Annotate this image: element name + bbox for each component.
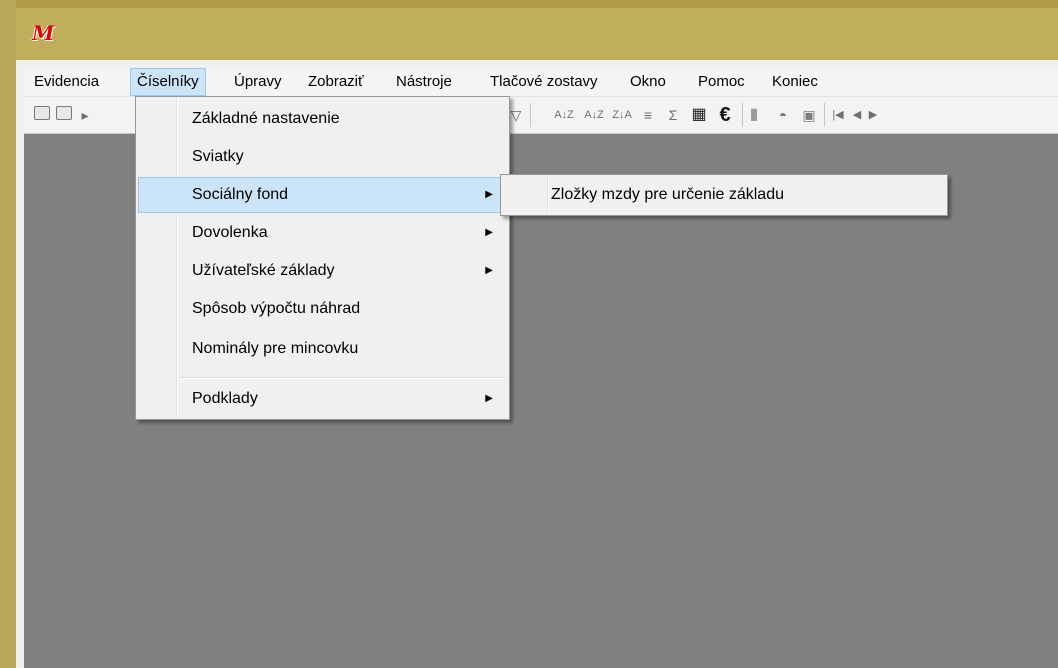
window-left-edge <box>0 0 16 668</box>
toolbar-forward-icon[interactable] <box>56 106 72 120</box>
menu-zobrazit[interactable]: Zobraziť <box>302 68 370 96</box>
menu-item-sviatky[interactable]: Sviatky <box>138 139 507 175</box>
menu-bar: Evidencia Číselníky Úpravy Zobraziť Nást… <box>24 68 1058 97</box>
menu-okno[interactable]: Okno <box>624 68 672 96</box>
submenu-arrow-icon: ▶ <box>485 189 493 200</box>
menu-gutter <box>547 177 549 213</box>
toolbar-list-icon[interactable]: ≡ <box>638 105 658 125</box>
menu-item-label: Podklady <box>192 390 258 407</box>
toolbar-properties-icon[interactable]: ▣ <box>798 105 820 125</box>
menu-evidencia[interactable]: Evidencia <box>28 68 105 96</box>
toolbar-separator <box>742 103 743 127</box>
toolbar-document-icon[interactable]: ▮ <box>746 105 762 125</box>
submenu-arrow-icon: ▶ <box>485 393 493 404</box>
menu-item-podklady[interactable]: Podklady ▶ <box>138 381 507 417</box>
menu-koniec[interactable]: Koniec <box>766 68 824 96</box>
menu-item-zlozky-mzdy[interactable]: Zložky mzdy pre určenie základu <box>551 175 784 215</box>
submenu-arrow-icon: ▶ <box>485 227 493 238</box>
toolbar-prev-record-icon[interactable]: ◀ <box>850 105 864 125</box>
menu-upravy[interactable]: Úpravy <box>228 68 288 96</box>
toolbar-play-icon[interactable]: ▸ <box>78 105 92 125</box>
menu-ciselniky[interactable]: Číselníky <box>130 68 206 96</box>
title-bar <box>16 8 1058 60</box>
menu-item-sposob-vypoctu-nahrad[interactable]: Spôsob výpočtu náhrad <box>138 291 507 327</box>
menu-item-label: Nominály pre mincovku <box>192 340 359 357</box>
toolbar-sort-asc-alt-icon[interactable]: A↓Z <box>582 105 606 125</box>
menu-item-socialny-fond[interactable]: Sociálny fond ▶ <box>138 177 507 213</box>
toolbar-sort-desc-icon[interactable]: Z↓A <box>610 105 634 125</box>
toolbar-euro-icon[interactable]: € <box>716 105 734 125</box>
menu-item-uzivatelske-zaklady[interactable]: Užívateľské základy ▶ <box>138 253 507 289</box>
toolbar-sort-asc-icon[interactable]: A↓Z <box>552 105 576 125</box>
window-top-edge <box>0 0 1058 8</box>
toolbar-separator <box>824 103 825 127</box>
menu-tlacove-zostavy[interactable]: Tlačové zostavy <box>484 68 604 96</box>
menu-pomoc[interactable]: Pomoc <box>692 68 751 96</box>
menu-item-nominaly-pre-mincovku[interactable]: Nominály pre mincovku <box>138 331 507 367</box>
toolbar-calculator-icon[interactable]: ▦ <box>690 105 708 125</box>
menu-item-label: Dovolenka <box>192 224 268 241</box>
app-logo-icon[interactable]: M <box>32 22 54 44</box>
submenu-arrow-icon: ▶ <box>485 265 493 276</box>
toolbar-filter-icon[interactable]: ▽ <box>508 105 524 125</box>
menu-item-label: Sviatky <box>192 148 244 165</box>
toolbar-first-record-icon[interactable]: |◀ <box>830 105 846 125</box>
menu-item-label: Základné nastavenie <box>192 110 340 127</box>
toolbar-separator <box>530 103 531 127</box>
menu-item-label: Užívateľské základy <box>192 262 335 279</box>
menu-item-label: Sociálny fond <box>192 186 289 203</box>
ciselniky-dropdown-menu: Základné nastavenie Sviatky Sociálny fon… <box>135 96 510 420</box>
toolbar-back-icon[interactable] <box>34 106 50 120</box>
menu-item-label: Spôsob výpočtu náhrad <box>192 300 361 317</box>
socialny-fond-submenu: Zložky mzdy pre určenie základu <box>500 174 948 216</box>
toolbar-next-record-icon[interactable]: ▶ <box>866 105 880 125</box>
app-window: M Evidencia Číselníky Úpravy Zobraziť Ná… <box>0 0 1058 668</box>
menu-item-zakladne-nastavenie[interactable]: Základné nastavenie <box>138 101 507 137</box>
toolbar-shapes-icon[interactable]: ◓ <box>772 105 794 125</box>
toolbar-sum-icon[interactable]: Σ <box>664 105 682 125</box>
menu-item-dovolenka[interactable]: Dovolenka ▶ <box>138 215 507 251</box>
menu-separator <box>180 377 506 379</box>
menu-nastroje[interactable]: Nástroje <box>390 68 458 96</box>
